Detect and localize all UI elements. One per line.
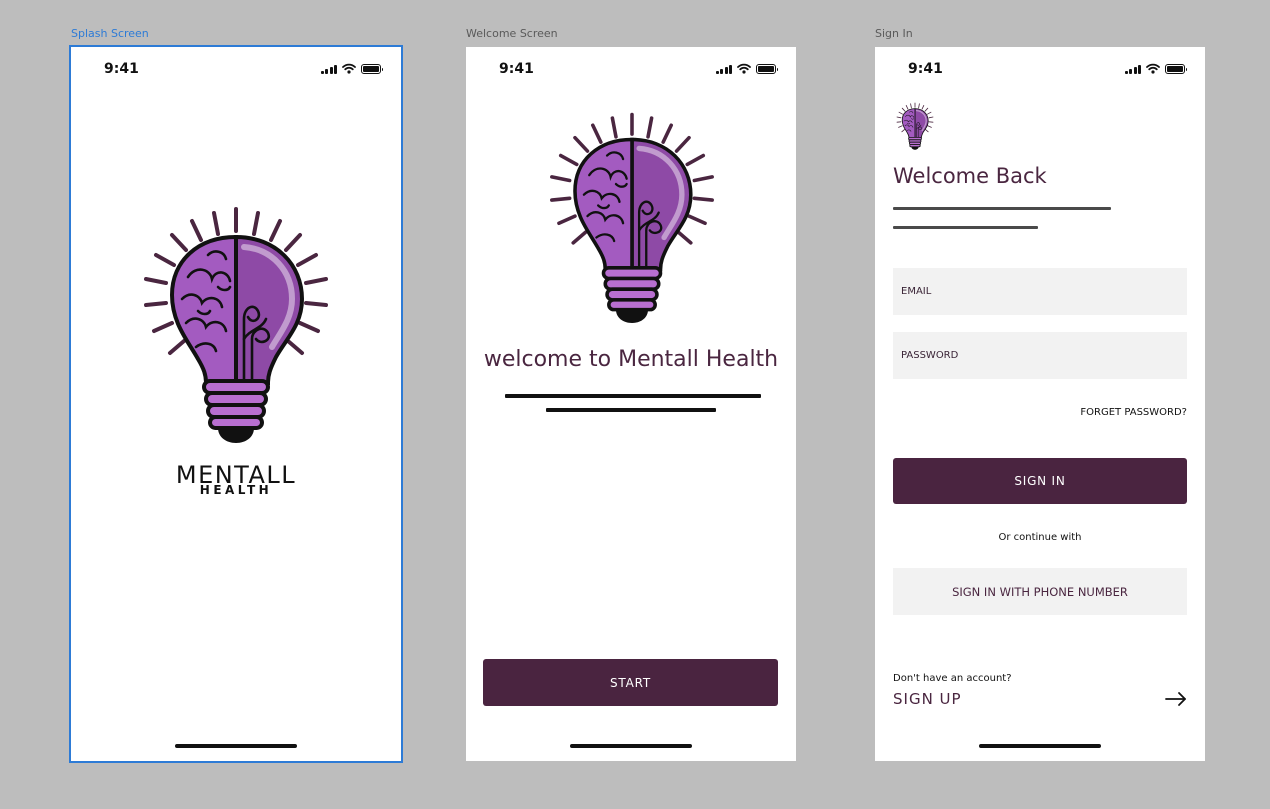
start-button[interactable]: START [483,659,778,706]
status-bar: 9:41 [466,47,796,91]
or-continue-text: Or continue with [998,532,1082,543]
signin-screen-frame[interactable]: 9:41 Welcome Back FORGET PASSWORD? SIGN … [875,47,1205,761]
status-bar: 9:41 [71,47,401,91]
wifi-icon [1146,63,1160,74]
email-field[interactable] [893,268,1187,315]
frame-label-splash[interactable]: Splash Screen [71,27,149,40]
welcome-screen-frame[interactable]: 9:41 welcome to Mentall Health START [466,47,796,761]
status-icons [320,63,383,74]
cell-signal-icon [320,64,337,74]
arrow-right-icon[interactable] [1165,691,1187,707]
status-time: 9:41 [908,61,943,77]
battery-icon [361,63,383,74]
page-title: Welcome Back [893,164,1047,188]
password-field[interactable] [893,332,1187,379]
home-indicator [570,744,692,748]
sign-in-phone-button[interactable]: SIGN IN WITH PHONE NUMBER [893,568,1187,615]
placeholder-text-line [893,226,1038,229]
forget-password-link[interactable]: FORGET PASSWORD? [1080,407,1187,418]
home-indicator [979,744,1101,748]
placeholder-text-line [546,408,716,412]
battery-icon [756,63,778,74]
no-account-text: Don't have an account? [893,673,1012,684]
battery-icon [1165,63,1187,74]
frame-label-signin[interactable]: Sign In [875,27,913,40]
cell-signal-icon [1124,64,1141,74]
brand-subtitle: HEALTH [199,483,273,497]
placeholder-text-line [505,394,761,398]
splash-screen-frame[interactable]: 9:41 MENTALL HEALTH [69,45,403,763]
status-icons [1124,63,1187,74]
placeholder-text-line [893,207,1111,210]
status-bar: 9:41 [875,47,1205,91]
sign-up-link[interactable]: SIGN UP [893,690,962,708]
status-time: 9:41 [104,61,139,77]
welcome-title: welcome to Mentall Health [483,347,779,372]
wifi-icon [737,63,751,74]
lightbulb-brain-icon [893,101,937,151]
cell-signal-icon [715,64,732,74]
status-time: 9:41 [499,61,534,77]
frame-label-welcome[interactable]: Welcome Screen [466,27,558,40]
lightbulb-brain-icon [126,199,346,449]
home-indicator [175,744,297,748]
status-icons [715,63,778,74]
lightbulb-brain-icon [534,105,730,329]
wifi-icon [342,63,356,74]
sign-in-button[interactable]: SIGN IN [893,458,1187,504]
